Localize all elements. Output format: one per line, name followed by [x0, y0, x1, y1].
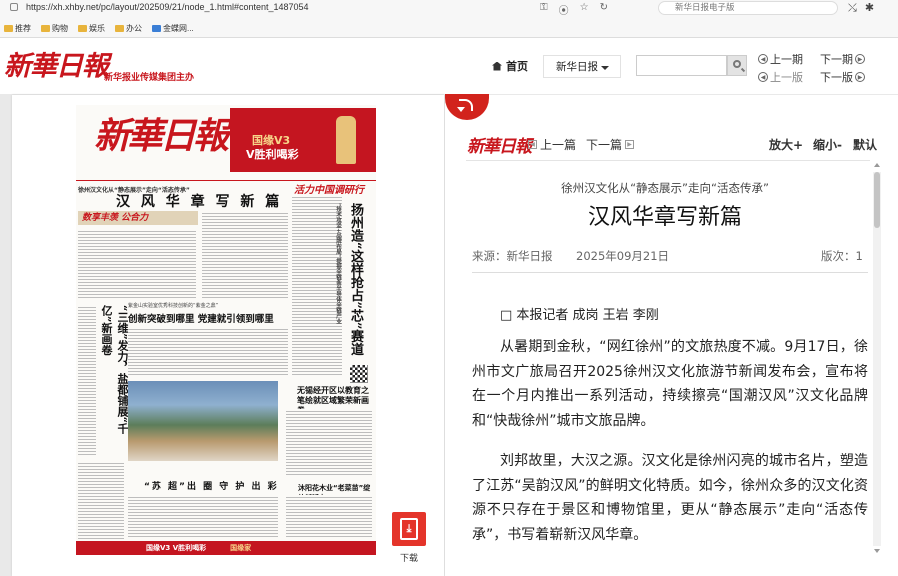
chevron-down-icon [601, 66, 609, 70]
site-search-input[interactable] [636, 55, 727, 76]
toolbar-icons: ⚿ ⦿ ☆ ↻ [540, 2, 608, 17]
home-icon [492, 61, 502, 71]
top-advertisement[interactable]: 国缘V3 V胜利喝彩 [230, 108, 376, 172]
article-title: 汉风华章写新篇 [587, 205, 742, 230]
vertical-kicker-right: “技术攻坚+品牌布局”提振全链条半导体全链产业 [335, 203, 341, 324]
article-scrollbar[interactable] [873, 172, 881, 546]
prev-layout-link[interactable]: ◀ 上一版 [758, 69, 803, 85]
chevron-right-icon: ▶ [855, 54, 865, 64]
folder-icon [115, 24, 124, 32]
bookmark-recommend[interactable]: 推荐 [4, 23, 31, 34]
prev-issue-link[interactable]: ◀ 上一期 [758, 51, 803, 67]
extension-icon[interactable]: ⤯ [848, 1, 857, 15]
key-icon[interactable]: ⚿ [540, 2, 548, 17]
scroll-down-icon[interactable] [874, 549, 880, 553]
text-block [78, 229, 196, 299]
default-size-button[interactable]: 默认 [853, 136, 877, 153]
extension-icons: ⤯ ✱ [848, 1, 874, 15]
text-block [286, 495, 372, 539]
refresh-icon[interactable]: ↻ [600, 2, 608, 17]
footer-advertisement[interactable]: 国缘V3 V胜利喝彩 国缘家 [76, 541, 376, 555]
article-edition: 版次：1 [821, 249, 863, 263]
paper-select[interactable]: 新华日报 [543, 55, 621, 78]
lock-icon [10, 3, 18, 11]
article-paragraph: 刘邦故里，大汉之源。汉文化是徐州闪亮的城市名片，塑造了江苏“吴韵汉风”的鲜明文化… [472, 453, 868, 543]
scroll-up-icon[interactable] [874, 163, 880, 167]
zoom-in-button[interactable]: 放大+ [769, 136, 803, 153]
qr-code [350, 365, 368, 383]
text-block [202, 211, 288, 299]
article-date: 2025年09月21日 [576, 249, 670, 263]
pdf-icon: ⤓ [400, 518, 418, 540]
next-issue-link[interactable]: 下一期 ▶ [820, 51, 865, 67]
browser-chrome: https://xh.xhby.net/pc/layout/202509/21/… [0, 0, 898, 38]
paper-select-value: 新华日报 [556, 61, 598, 73]
next-layout-link[interactable]: 下一版 ▶ [820, 69, 865, 85]
chevron-right-icon: ▶ [625, 140, 635, 149]
folder-icon [41, 24, 50, 32]
red-band-headline[interactable]: 数享丰羡 公合力 [78, 211, 198, 225]
mid-headline[interactable]: 创新突破到哪里 党建就引领到哪里 [128, 311, 274, 325]
folder-icon [4, 24, 13, 32]
vertical-headline-right[interactable]: 扬州造“这样抢占”芯”赛道 [346, 203, 365, 363]
chevron-left-icon: ◀ [758, 72, 768, 82]
text-block [286, 409, 372, 475]
site-logo[interactable]: 新華日報 [4, 44, 109, 83]
puzzle-icon[interactable]: ✱ [865, 1, 874, 15]
home-link[interactable]: 首页 [492, 58, 528, 74]
bottom-headline[interactable]: “苏 超”出 圈 守 护 出 彩 [144, 479, 279, 492]
star-icon[interactable]: ☆ [580, 2, 589, 17]
bookmark-entertainment[interactable]: 娱乐 [78, 23, 105, 34]
article-logo: 新華日報 [467, 137, 532, 157]
newspaper-page-image[interactable]: 新華日報 国缘V3 V胜利喝彩 徐州汉文化从“静态展示”走向“活态传承” 汉 风… [76, 105, 376, 555]
article-subtitle: 徐州汉文化从“静态展示”走向“活态传承” [561, 181, 769, 195]
newspaper-masthead: 新華日報 [94, 115, 229, 157]
prev-article-link[interactable]: ◀ 上一篇 [528, 136, 576, 153]
vertical-headline-left[interactable]: “三维”发力，盐都铺展“千亿”新画卷 [98, 305, 130, 455]
chevron-right-icon: ▶ [855, 72, 865, 82]
article-source: 来源：新华日报 [472, 249, 553, 263]
text-block [128, 327, 288, 377]
location-icon[interactable]: ⦿ [559, 2, 569, 17]
text-block [78, 305, 96, 455]
group-text: 新华报业传媒集团主办 [104, 73, 195, 83]
download-label[interactable]: 下载 [400, 551, 418, 564]
browser-search-input[interactable]: 新华日报电子版 [658, 1, 838, 15]
text-block [128, 495, 278, 539]
next-article-link[interactable]: 下一篇 ▶ [586, 136, 635, 153]
mid-kicker: 紫金山实验室优秀科技创新的“紫金之鼎” [128, 303, 219, 309]
chevron-left-icon: ◀ [758, 54, 768, 64]
bookmark-kingdee[interactable]: 金蝶网... [152, 23, 194, 34]
scrollbar-thumb[interactable] [874, 172, 880, 228]
divider [466, 160, 870, 161]
aerial-photo[interactable] [128, 381, 278, 461]
zoom-out-button[interactable]: 缩小- [813, 136, 842, 153]
article-paragraph: 从暑期到金秋，“网红徐州”的文旅热度不减。9月17日，徐州市文广旅局召开2025… [472, 339, 868, 429]
home-label: 首页 [506, 60, 528, 73]
dateline [76, 173, 376, 181]
search-icon [733, 60, 741, 68]
bookmark-office[interactable]: 办公 [115, 23, 142, 34]
folder-icon [152, 24, 161, 32]
bookmarks-bar: 推荐 购物 娱乐 办公 金蝶网... [0, 20, 194, 36]
text-block [78, 461, 124, 539]
lead-headline[interactable]: 汉 风 华 章 写 新 篇 [116, 191, 282, 211]
article-byline: □ 本报记者 成岗 王岩 李刚 [500, 308, 659, 323]
bottle-image [336, 116, 356, 164]
bookmark-shopping[interactable]: 购物 [41, 23, 68, 34]
column-banner: 活力中国调研行 [294, 185, 364, 196]
chevron-left-icon: ◀ [528, 140, 537, 149]
download-pdf-button[interactable]: ⤓ [392, 512, 426, 546]
folder-icon [78, 24, 87, 32]
divider [472, 272, 868, 273]
url-text[interactable]: https://xh.xhby.net/pc/layout/202509/21/… [26, 2, 309, 12]
search-button[interactable] [727, 55, 747, 76]
